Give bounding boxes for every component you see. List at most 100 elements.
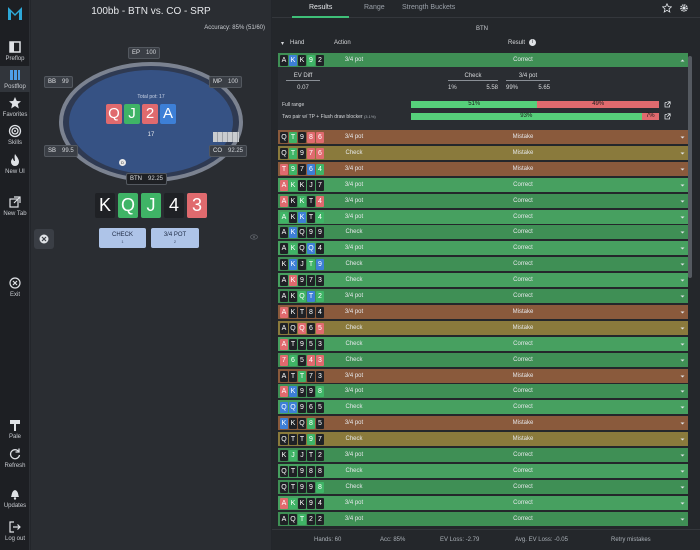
table-row[interactable]: K K J T 9 Check Correct [278,257,688,273]
sidebar-item-updates[interactable]: Updates [0,487,30,509]
playing-card: T [298,306,306,318]
chevron-down-icon[interactable] [680,469,685,474]
chevron-down-icon[interactable] [680,405,685,410]
table-row[interactable]: Q T 9 7 6 Check Mistake [278,145,688,161]
sidebar-item-favorites[interactable]: Favorites [0,96,30,118]
chevron-down-icon[interactable] [680,151,685,156]
chevron-down-icon[interactable] [680,437,685,442]
hand-cards: AK998 [280,386,324,398]
table-row[interactable]: A K K J 7 3/4 pot Correct [278,177,688,193]
chevron-down-icon[interactable] [680,517,685,522]
chevron-down-icon[interactable] [680,453,685,458]
chevron-down-icon[interactable] [680,501,685,506]
gear-icon[interactable] [679,3,689,13]
sidebar-item-skills[interactable]: Skills [0,124,30,146]
check-freq-segment: 93% [411,113,642,120]
table-row[interactable]: A T T 7 3 3/4 pot Mistake [278,368,688,384]
playing-card: 4 [316,211,324,223]
sidebar-item-log-out[interactable]: Log out [0,520,30,542]
tab-results[interactable]: Results [309,4,332,11]
table-row[interactable]: 7 6 5 4 3 Check Correct [278,352,688,368]
table-row[interactable]: A K 9 9 8 3/4 pot Correct [278,384,688,400]
table-row[interactable]: A K K 9 4 3/4 pot Correct [278,495,688,511]
table-row[interactable]: Q T 9 9 8 Check Correct [278,479,688,495]
playing-card: A [280,243,288,255]
ev-diff-value: 0.07 [297,85,309,91]
row-action: Check [345,483,363,490]
chevron-down-icon[interactable] [680,310,685,315]
table-row[interactable]: A K K T 4 3/4 pot Correct [278,193,688,209]
clear-button[interactable] [34,229,54,249]
sidebar-item-exit[interactable]: Exit [0,276,30,298]
table-row[interactable]: A K Q Q 4 3/4 pot Correct [278,241,688,257]
chevron-down-icon[interactable] [680,167,685,172]
row-result: Correct [513,213,533,220]
chevron-down-icon[interactable] [680,389,685,394]
external-link-icon[interactable] [664,101,671,108]
chevron-down-icon[interactable] [680,246,685,251]
chevron-down-icon[interactable] [680,326,685,331]
playing-card: 2 [316,513,324,525]
playing-card: A [280,306,288,318]
chevron-down-icon[interactable] [680,485,685,490]
bet-action-button[interactable]: 3/4 POT 2 [151,228,199,248]
eye-icon[interactable] [250,234,258,240]
sidebar-item-pale[interactable]: Pale [0,418,30,440]
info-icon[interactable]: i [529,39,536,46]
playing-card: K [280,418,288,430]
table-row[interactable]: A K K T 4 3/4 pot Correct [278,209,688,225]
table-row[interactable]: A Q Q 6 5 Check Mistake [278,320,688,336]
table-row[interactable]: A K T 8 4 3/4 pot Mistake [278,304,688,320]
playing-card: 9 [298,275,306,287]
chevron-down-icon[interactable] [680,183,685,188]
chevron-down-icon[interactable] [680,278,685,283]
table-row[interactable]: T 9 7 6 4 3/4 pot Mistake [278,161,688,177]
chevron-down-icon[interactable] [680,215,685,220]
table-row[interactable]: Q T T 9 7 Check Mistake [278,432,688,448]
playing-card: 6 [307,402,315,414]
sidebar-item-refresh[interactable]: Refresh [0,447,30,469]
playing-card: 9 [298,386,306,398]
row-action: 3/4 pot [344,181,364,188]
row-result: Mistake [512,165,534,172]
scrollbar[interactable] [688,56,692,278]
sidebar-item-postflop[interactable]: Postflop [0,66,30,92]
bet-freq: 99% [506,85,519,91]
table-row[interactable]: A K Q T 2 3/4 pot Correct [278,289,688,304]
sidebar-item-preflop[interactable]: Preflop [0,40,30,62]
chevron-down-icon[interactable] [680,230,685,235]
chevron-down-icon[interactable] [680,294,685,299]
check-action-button[interactable]: CHECK 1 [99,228,146,248]
chevron-down-icon[interactable] [680,342,685,347]
favorite-star-icon[interactable] [662,3,672,13]
table-row[interactable]: A K 9 7 3 Check Correct [278,273,688,289]
table-row[interactable]: A K Q 9 9 Check Correct [278,225,688,241]
table-row[interactable]: K K Q 8 5 3/4 pot Mistake [278,416,688,432]
chevron-up-icon[interactable] [680,58,685,63]
external-link-icon[interactable] [664,113,671,120]
sidebar-item-new-tab[interactable]: New Tab [0,195,30,217]
tab-range[interactable]: Range [364,4,385,11]
playing-card: 5 [316,322,324,334]
sort-arrow-icon[interactable]: ▾ [281,40,284,47]
hand-column-header[interactable]: Hand [290,40,304,46]
chevron-down-icon[interactable] [680,262,685,267]
table-row[interactable]: Q T 9 8 8 Check Correct [278,463,688,479]
playing-card: 9 [289,163,297,175]
chevron-down-icon[interactable] [680,199,685,204]
tab-strength-buckets[interactable]: Strength Buckets [402,4,455,11]
chevron-down-icon[interactable] [680,135,685,140]
playing-card: 5 [316,418,324,430]
table-row[interactable]: K J J T 2 3/4 pot Correct [278,448,688,463]
table-row[interactable]: A T 9 5 3 Check Correct [278,336,688,352]
chevron-down-icon[interactable] [680,358,685,363]
sidebar-item-new-ui[interactable]: New UI [0,153,30,175]
table-row[interactable]: A Q T 2 2 3/4 pot Correct [278,511,688,527]
table-row[interactable]: Q Q 9 6 5 Check Correct [278,400,688,416]
table-row[interactable]: Q T 9 8 6 3/4 pot Mistake [278,130,688,145]
retry-mistakes-button[interactable]: Retry mistakes [611,537,651,543]
expanded-hand-row[interactable]: AKK92 3/4 pot Correct [278,53,688,68]
chevron-down-icon[interactable] [680,374,685,379]
playing-card: 3 [316,275,324,287]
chevron-down-icon[interactable] [680,421,685,426]
